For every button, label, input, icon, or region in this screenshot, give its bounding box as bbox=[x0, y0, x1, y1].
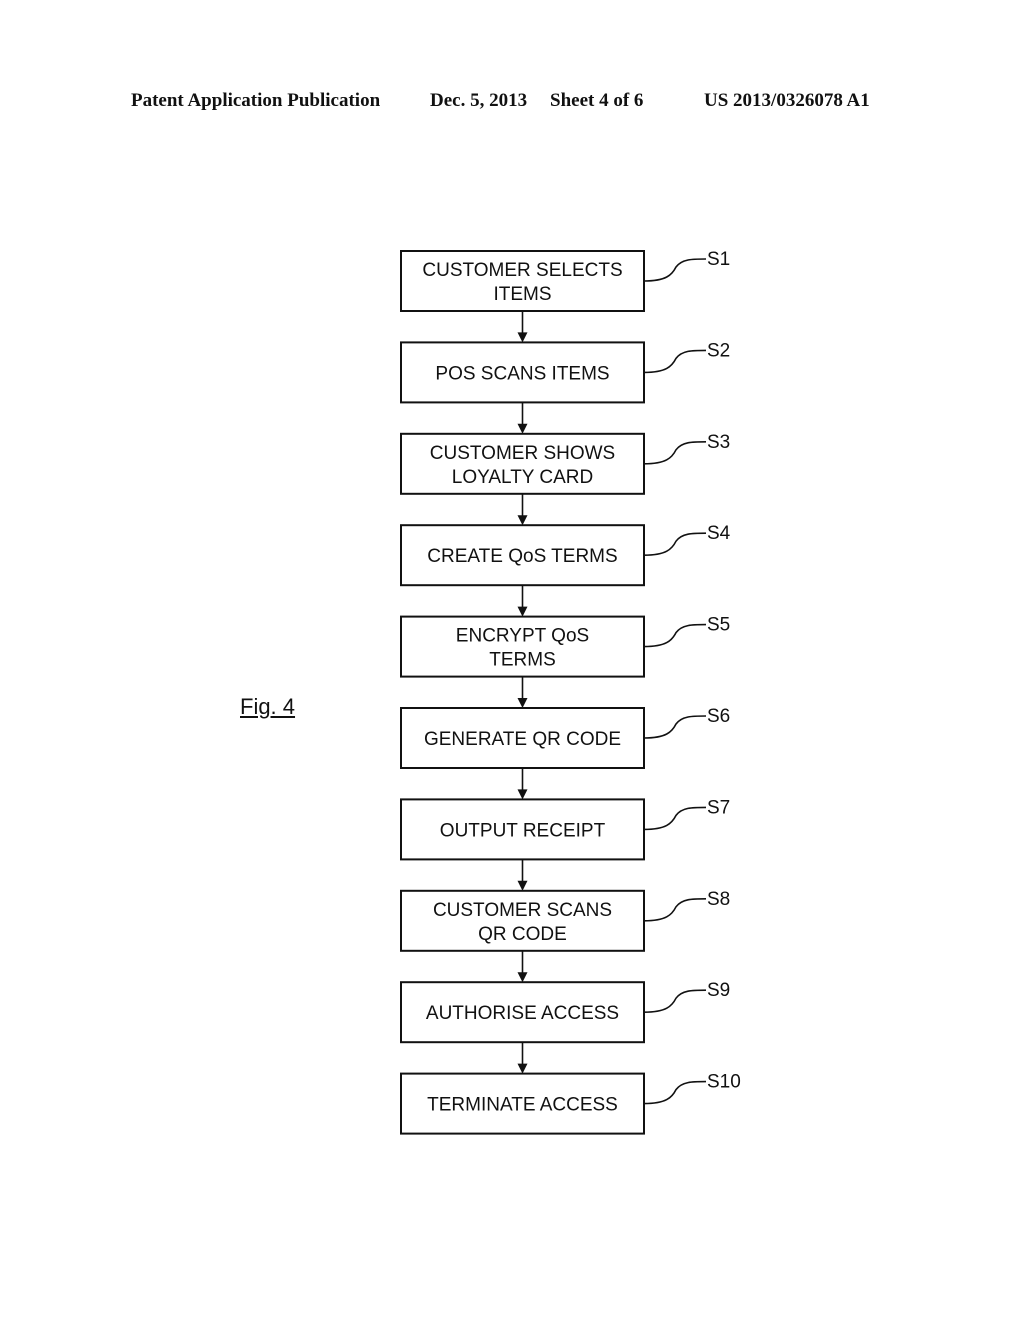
step-label-s2: S2 bbox=[707, 340, 730, 361]
step-label-s9: S9 bbox=[707, 980, 730, 1001]
leader-line bbox=[643, 532, 707, 556]
leader-line bbox=[643, 441, 707, 465]
step-text: AUTHORISE ACCESS bbox=[426, 1003, 619, 1024]
step-text: GENERATE QR CODE bbox=[424, 729, 621, 750]
step-text: QR CODE bbox=[478, 924, 567, 945]
step-text: ITEMS bbox=[493, 284, 551, 305]
step-label-s7: S7 bbox=[707, 797, 730, 818]
leader-line bbox=[643, 898, 707, 922]
arrowhead bbox=[517, 423, 528, 434]
arrowhead bbox=[517, 972, 528, 983]
step-label-s6: S6 bbox=[707, 706, 730, 727]
step-label-s3: S3 bbox=[707, 432, 730, 453]
step-text: OUTPUT RECEIPT bbox=[440, 820, 606, 841]
leader-line bbox=[643, 623, 707, 648]
arrowhead bbox=[517, 332, 528, 343]
step-label-s5: S5 bbox=[707, 615, 730, 636]
step-text: CUSTOMER SHOWS bbox=[430, 443, 615, 464]
step-label-s1: S1 bbox=[707, 249, 730, 270]
step-text: CREATE QoS TERMS bbox=[427, 546, 617, 567]
step-text: CUSTOMER SELECTS bbox=[422, 260, 622, 281]
step-label-s10: S10 bbox=[707, 1072, 741, 1093]
step-text: TERMINATE ACCESS bbox=[427, 1095, 618, 1116]
step-text: POS SCANS ITEMS bbox=[435, 363, 609, 384]
leader-line bbox=[643, 806, 707, 831]
arrowhead bbox=[517, 1063, 528, 1074]
leader-line bbox=[643, 715, 707, 739]
leader-line bbox=[643, 258, 707, 282]
step-label-s8: S8 bbox=[707, 889, 730, 910]
step-text: TERMS bbox=[489, 650, 556, 671]
leader-line bbox=[643, 349, 707, 374]
arrowhead bbox=[517, 606, 528, 617]
arrowhead bbox=[517, 789, 528, 800]
leader-line bbox=[643, 1080, 707, 1105]
step-text: LOYALTY CARD bbox=[452, 467, 594, 488]
leader-line bbox=[643, 989, 707, 1013]
step-label-s4: S4 bbox=[707, 523, 731, 544]
arrowhead bbox=[517, 880, 528, 891]
arrowhead bbox=[517, 515, 528, 526]
arrowhead bbox=[517, 698, 528, 708]
step-text: CUSTOMER SCANS bbox=[433, 900, 612, 921]
step-text: ENCRYPT QoS bbox=[456, 626, 589, 647]
flowchart: CUSTOMER SELECTS ITEMS S1 POS SCANS ITEMS S2… bbox=[400, 249, 741, 1135]
